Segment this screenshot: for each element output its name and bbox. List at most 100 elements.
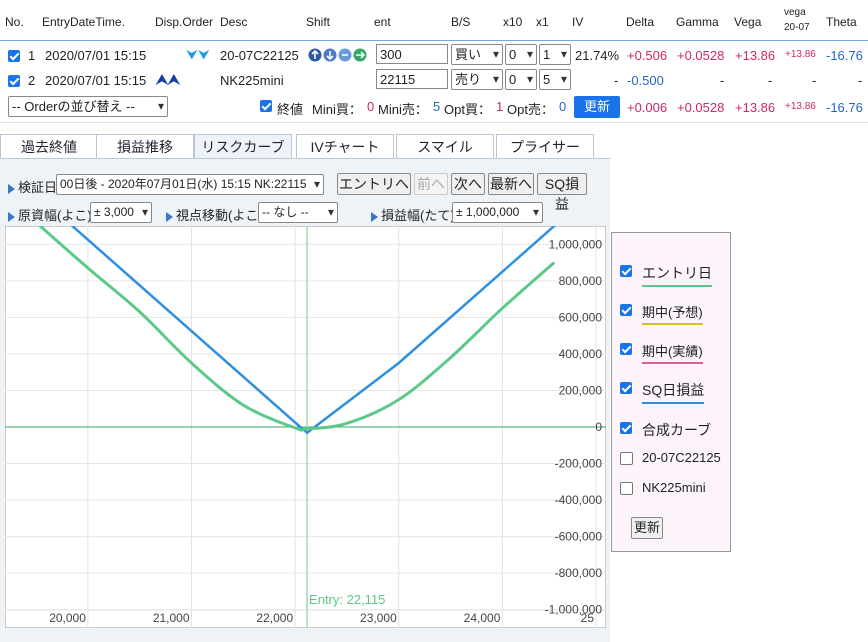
total-vega: +13.86 xyxy=(735,100,776,115)
legend-leg2-label: NK225mini xyxy=(642,480,706,495)
row-desc: 20-07C22125 xyxy=(220,48,299,63)
order-down-arrows-icon[interactable]: ⮟⮟ xyxy=(186,46,210,63)
row-date: 2020/07/01 15:15 xyxy=(45,73,147,88)
legend-entry-day-label: エントリ日 xyxy=(642,263,712,287)
table-row: 1 2020/07/01 15:15 ⮟⮟ 20-07C22125 300 買い… xyxy=(0,42,868,68)
x10-select[interactable]: 0 xyxy=(505,69,537,90)
table-row: 2 2020/07/01 15:15 ⮝⮝ NK225mini 22115 売り… xyxy=(0,68,868,94)
latest-button[interactable]: 最新へ xyxy=(488,173,534,195)
close-price-label: 終値 xyxy=(277,102,304,117)
col-delta: Delta xyxy=(626,15,655,29)
col-entry-date: EntryDateTime. xyxy=(42,15,125,29)
tab-pricer[interactable]: プライサー xyxy=(496,134,594,158)
total-delta: +0.006 xyxy=(627,100,668,115)
col-disp-order: Disp.Order xyxy=(155,15,214,29)
row-gamma: +0.0528 xyxy=(677,48,725,63)
to-entry-button[interactable]: エントリへ xyxy=(337,173,411,195)
update-button[interactable]: 更新 xyxy=(574,96,620,118)
asset-width-select[interactable]: ± 3,000 xyxy=(90,202,152,223)
order-up-arrows-icon[interactable]: ⮝⮝ xyxy=(156,71,180,88)
ent-input[interactable]: 300 xyxy=(376,44,448,64)
bs-select[interactable]: 買い xyxy=(451,44,503,65)
row-iv: 21.74% xyxy=(575,48,620,63)
x-tick-label: 22,000 xyxy=(256,611,293,625)
tab-pl-history[interactable]: 損益推移 xyxy=(96,134,194,158)
y-tick-label: 800,000 xyxy=(559,274,603,288)
sq-pl-button[interactable]: SQ損益 xyxy=(537,173,587,212)
y-tick-label: -200,000 xyxy=(555,457,603,471)
tab-smile[interactable]: スマイル xyxy=(396,134,494,158)
x1-select[interactable]: 5 xyxy=(539,69,571,90)
row-iv: - xyxy=(614,73,619,88)
x10-select[interactable]: 0 xyxy=(505,44,537,65)
col-vega-month-top: vega xyxy=(784,7,806,18)
mini-buy-label: Mini買： xyxy=(312,102,362,117)
asset-width-label: 原資幅(よこ) xyxy=(18,208,92,223)
legend-update-button[interactable]: 更新 xyxy=(631,517,663,539)
row-desc: NK225mini xyxy=(220,73,284,88)
opt-sell-count: 0 xyxy=(559,99,567,114)
prev-button: 前へ xyxy=(414,173,448,195)
col-ent: ent xyxy=(374,15,391,29)
total-vega-month: +13.86 xyxy=(785,101,816,112)
row-vega: +13.86 xyxy=(735,48,776,63)
legend-leg1-label: 20-07C22125 xyxy=(642,450,721,465)
triangle-icon xyxy=(371,211,378,222)
y-tick-label: 200,000 xyxy=(559,383,603,397)
x1-select[interactable]: 1 xyxy=(539,44,571,65)
total-gamma: +0.0528 xyxy=(677,100,725,115)
bs-select[interactable]: 売り xyxy=(451,69,503,90)
next-button[interactable]: 次へ xyxy=(451,173,485,195)
ent-input[interactable]: 22115 xyxy=(376,69,448,89)
row-date: 2020/07/01 15:15 xyxy=(45,48,147,63)
summary-row: -- Orderの並び替え -- 終値 Mini買： 0 Mini売： 5 Op… xyxy=(0,94,868,123)
legend-sq-pl-checkbox[interactable] xyxy=(620,382,632,394)
legend-leg1-checkbox[interactable] xyxy=(620,452,633,465)
verify-date-label: 検証日 xyxy=(18,180,58,195)
close-price-checkbox[interactable] xyxy=(260,100,272,112)
legend-mid-actual-checkbox[interactable] xyxy=(620,343,632,355)
opt-sell-label: Opt売： xyxy=(507,102,554,117)
tab-past-close[interactable]: 過去終値 xyxy=(0,134,98,158)
y-tick-label: 600,000 xyxy=(559,310,603,324)
shift-circle-icons[interactable] xyxy=(308,47,370,63)
row-vega-month: - xyxy=(812,73,817,88)
legend-combined-checkbox[interactable] xyxy=(620,422,632,434)
shift-icons[interactable] xyxy=(308,47,370,66)
legend-entry-day-checkbox[interactable] xyxy=(620,265,632,277)
y-tick-label: 0 xyxy=(595,420,602,434)
legend-mid-forecast-label: 期中(予想) xyxy=(642,302,703,325)
entry-label: Entry: 22,115 xyxy=(309,592,385,607)
col-theta: Theta xyxy=(826,15,857,29)
triangle-icon xyxy=(8,211,15,222)
y-tick-label: -800,000 xyxy=(555,566,603,580)
risk-curve-chart[interactable]: 20,000 21,000 22,000 23,000 24,000 251,000,00… xyxy=(5,226,606,628)
pl-width-label: 損益幅(たて) xyxy=(381,208,455,223)
row-2-checkbox[interactable] xyxy=(8,75,20,87)
view-move-select[interactable]: -- なし -- xyxy=(258,202,338,223)
mini-sell-count: 5 xyxy=(433,99,441,114)
row-theta: -16.76 xyxy=(826,48,863,63)
triangle-icon xyxy=(166,211,173,222)
row-vega: - xyxy=(768,73,773,88)
legend-mid-forecast-checkbox[interactable] xyxy=(620,304,632,316)
legend-combined-label: 合成カーブ xyxy=(642,422,712,438)
col-vega: Vega xyxy=(734,15,762,29)
view-move-wrap: 視点移動(よこ) xyxy=(166,205,263,224)
tab-risk-curve[interactable]: リスクカーブ xyxy=(194,134,292,159)
pl-width-select[interactable]: ± 1,000,000 xyxy=(452,202,543,223)
y-tick-label: -400,000 xyxy=(555,493,603,507)
row-1-checkbox[interactable] xyxy=(8,50,20,62)
col-x10: x10 xyxy=(503,15,523,29)
row-delta: -0.500 xyxy=(627,73,664,88)
col-no: No. xyxy=(5,15,24,29)
triangle-icon xyxy=(8,183,15,194)
col-iv: IV xyxy=(572,15,584,29)
row-gamma: - xyxy=(720,73,725,88)
x-tick-label: 21,000 xyxy=(153,611,190,625)
col-vega-month-bottom: 20-07 xyxy=(784,22,810,33)
sort-order-select[interactable]: -- Orderの並び替え -- xyxy=(8,96,168,117)
tab-iv-chart[interactable]: IVチャート xyxy=(296,134,394,158)
legend-leg2-checkbox[interactable] xyxy=(620,482,633,495)
verify-date-select[interactable]: 00日後 - 2020年07月01日(水) 15:15 NK:22115 xyxy=(56,174,324,195)
